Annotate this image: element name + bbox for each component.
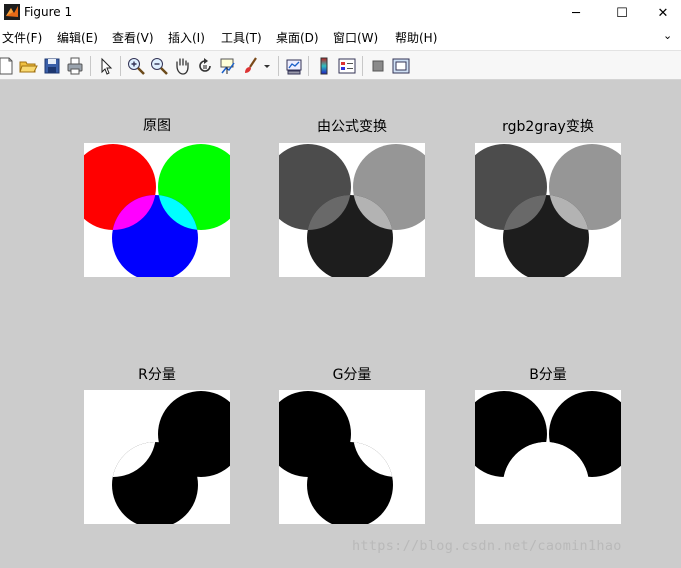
select-arrow-icon[interactable]	[96, 56, 116, 76]
title-bar: Figure 1 ─ ☐ ✕	[0, 0, 681, 26]
show-plot-tools-icon[interactable]	[391, 56, 411, 76]
colorbar-icon[interactable]	[314, 56, 334, 76]
venn-image	[279, 390, 425, 524]
venn-image	[84, 143, 230, 277]
hide-plot-tools-icon[interactable]	[368, 56, 388, 76]
subplot-title: 原图	[143, 118, 171, 134]
subplot-title: 由公式变换	[317, 119, 387, 135]
pan-hand-icon[interactable]	[172, 56, 192, 76]
toolbar-separator	[120, 56, 121, 76]
legend-icon[interactable]	[337, 56, 357, 76]
zoom-in-icon[interactable]	[126, 56, 146, 76]
toolbar-separator	[90, 56, 91, 76]
subplot-title: R分量	[138, 367, 176, 383]
venn-image	[279, 143, 425, 277]
venn-image	[84, 390, 230, 524]
link-plot-icon[interactable]	[284, 56, 304, 76]
new-figure-icon[interactable]	[0, 56, 16, 76]
menu-window[interactable]: 窗口(W)	[333, 29, 378, 47]
subplot-title: G分量	[332, 367, 372, 383]
menu-insert[interactable]: 插入(I)	[168, 29, 205, 47]
toolbar-separator	[278, 56, 279, 76]
toolbar-separator	[308, 56, 309, 76]
venn-image	[475, 143, 621, 277]
toolbar-separator	[362, 56, 363, 76]
close-button[interactable]: ✕	[645, 0, 681, 26]
menu-edit[interactable]: 编辑(E)	[57, 29, 98, 47]
menu-help[interactable]: 帮助(H)	[395, 29, 437, 47]
minimize-button[interactable]: ─	[553, 0, 599, 26]
open-file-icon[interactable]	[18, 56, 38, 76]
subplot-image[interactable]	[84, 143, 230, 277]
menu-bar: 文件(F) 编辑(E) 查看(V) 插入(I) 工具(T) 桌面(D) 窗口(W…	[0, 26, 681, 50]
minimize-icon: ─	[572, 5, 580, 21]
window-title: Figure 1	[24, 5, 73, 19]
subplot-image[interactable]	[279, 390, 425, 524]
subplot-image[interactable]	[279, 143, 425, 277]
subplot-image[interactable]	[475, 390, 621, 524]
zoom-out-icon[interactable]	[149, 56, 169, 76]
brush-dropdown-chevron-down-icon[interactable]	[262, 56, 272, 76]
maximize-icon: ☐	[616, 5, 628, 21]
menu-overflow-chevron-icon[interactable]: ⌄	[663, 29, 672, 42]
menu-view[interactable]: 查看(V)	[112, 29, 154, 47]
figure-toolbar	[0, 50, 681, 80]
venn-image	[475, 390, 621, 524]
close-icon: ✕	[657, 5, 669, 21]
subplot-image[interactable]	[84, 390, 230, 524]
subplot-image[interactable]	[475, 143, 621, 277]
brush-icon[interactable]	[241, 56, 261, 76]
watermark: https://blog.csdn.net/caomin1hao	[352, 538, 622, 554]
subplot-title: B分量	[529, 367, 567, 383]
data-cursor-icon[interactable]	[218, 56, 238, 76]
menu-tools[interactable]: 工具(T)	[221, 29, 262, 47]
maximize-button[interactable]: ☐	[599, 0, 645, 26]
menu-desktop[interactable]: 桌面(D)	[276, 29, 319, 47]
matlab-app-icon	[4, 4, 20, 20]
print-icon[interactable]	[65, 56, 85, 76]
subplot-title: rgb2gray变换	[502, 119, 594, 135]
save-icon[interactable]	[42, 56, 62, 76]
menu-file[interactable]: 文件(F)	[2, 29, 42, 47]
rotate-3d-icon[interactable]	[195, 56, 215, 76]
